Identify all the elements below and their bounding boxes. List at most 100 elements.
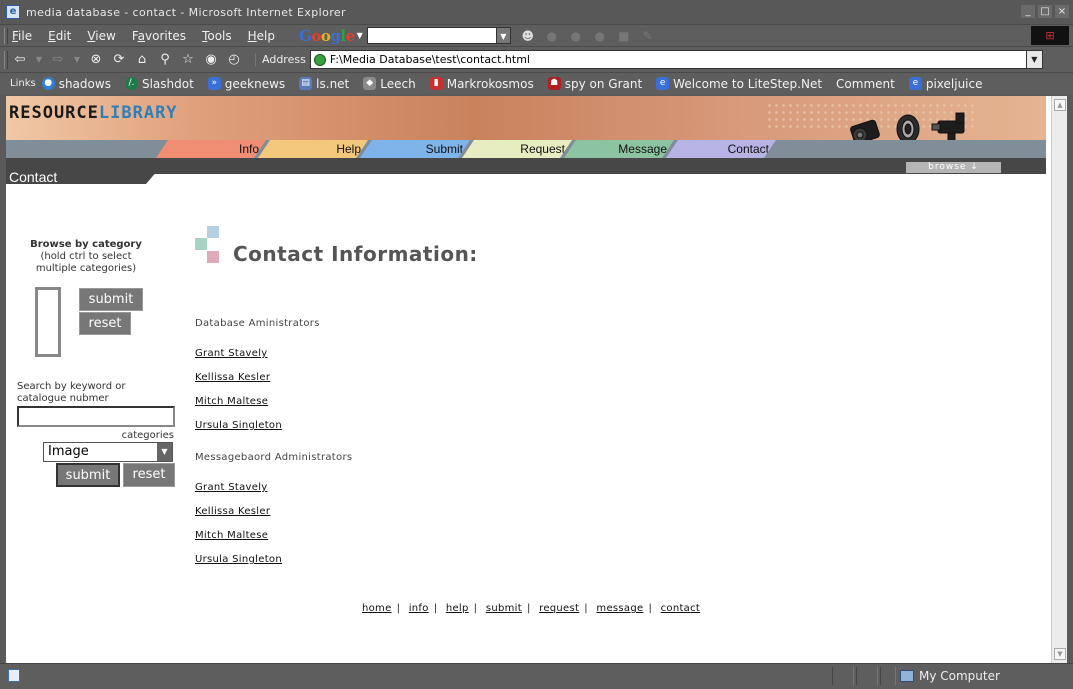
footer-link-home[interactable]: home bbox=[362, 603, 392, 614]
scroll-down-icon[interactable]: ▼ bbox=[1054, 648, 1066, 660]
contact-link[interactable]: Mitch Maltese bbox=[195, 530, 268, 541]
menu-favorites[interactable]: Favorites bbox=[132, 29, 186, 43]
contact-link[interactable]: Grant Stavely bbox=[195, 482, 268, 493]
menu-edit[interactable]: Edit bbox=[48, 29, 71, 43]
media-icon[interactable]: ◉ bbox=[203, 52, 219, 67]
page-viewport: RESOURCELIBRARY Info Help Submit Request… bbox=[6, 96, 1051, 663]
menu-view[interactable]: View bbox=[87, 29, 115, 43]
contact-link[interactable]: Kellissa Kesler bbox=[195, 506, 270, 517]
back-dropdown-icon[interactable]: ▼ bbox=[35, 55, 43, 64]
forward-dropdown-icon[interactable]: ▼ bbox=[73, 55, 81, 64]
link-leech[interactable]: ◆ Leech bbox=[363, 77, 416, 91]
history-icon[interactable]: ◴ bbox=[226, 52, 242, 67]
ghost-icon: ☗ bbox=[547, 77, 561, 90]
tab-submit[interactable]: Submit bbox=[360, 140, 470, 158]
search-icon[interactable]: ⚲ bbox=[157, 52, 173, 67]
link-comment[interactable]: Comment bbox=[836, 77, 895, 91]
maximize-button[interactable]: □ bbox=[1038, 5, 1052, 18]
security-zone: My Computer bbox=[900, 669, 1000, 683]
link-litestep[interactable]: e Welcome to LiteStep.Net bbox=[656, 77, 822, 91]
close-button[interactable]: × bbox=[1055, 5, 1069, 18]
minimize-button[interactable]: _ bbox=[1021, 5, 1035, 18]
categories-label: categories bbox=[121, 430, 174, 441]
contact-link[interactable]: Grant Stavely bbox=[195, 348, 268, 359]
windows-logo-icon: ⊞ bbox=[1031, 26, 1069, 45]
search-reset-button[interactable]: reset bbox=[123, 463, 175, 487]
category-select[interactable]: Image ▼ bbox=[43, 442, 173, 462]
footer-link-contact[interactable]: contact bbox=[661, 603, 701, 614]
menu-file[interactable]: File bbox=[12, 29, 32, 43]
link-slashdot[interactable]: /. Slashdot bbox=[124, 77, 194, 91]
category-submit-button[interactable]: submit bbox=[79, 288, 143, 311]
address-url[interactable]: F:\Media Database\test\contact.html bbox=[330, 53, 530, 66]
scroll-up-icon[interactable]: ▲ bbox=[1054, 99, 1066, 111]
site-logo[interactable]: RESOURCELIBRARY bbox=[9, 103, 178, 123]
contact-link[interactable]: Ursula Singleton bbox=[195, 420, 282, 431]
refresh-icon[interactable]: ⟳ bbox=[111, 52, 127, 67]
tab-help[interactable]: Help bbox=[258, 140, 368, 158]
page-icon bbox=[313, 53, 326, 66]
footer-link-submit[interactable]: submit bbox=[486, 603, 522, 614]
window-controls: _ □ × bbox=[1021, 5, 1069, 18]
search-web-icon[interactable]: ● bbox=[543, 28, 561, 44]
category-select-value: Image bbox=[48, 444, 89, 459]
address-dropdown-icon[interactable]: ▼ bbox=[1026, 50, 1043, 69]
link-pixeljuice[interactable]: e pixeljuice bbox=[908, 77, 983, 91]
bottle-icon: ▮ bbox=[429, 77, 443, 90]
heading-decoration bbox=[195, 226, 221, 264]
stop-icon[interactable]: ⊗ bbox=[88, 52, 104, 67]
category-reset-button[interactable]: reset bbox=[79, 312, 131, 335]
keyword-search-input[interactable] bbox=[17, 406, 175, 427]
link-markrokosmos[interactable]: ▮ Markrokosmos bbox=[429, 77, 534, 91]
google-menu-arrow-icon[interactable]: ▼ bbox=[357, 31, 363, 40]
tab-request[interactable]: Request bbox=[462, 140, 572, 158]
site-banner: RESOURCELIBRARY Info Help Submit Request… bbox=[6, 96, 1046, 158]
forward-icon[interactable]: ⇨ bbox=[50, 52, 66, 67]
search-site-icon[interactable]: ● bbox=[567, 28, 585, 44]
slashdot-icon: /. bbox=[124, 77, 138, 90]
toolbar-grip[interactable] bbox=[4, 50, 8, 69]
menu-tools[interactable]: Tools bbox=[202, 29, 232, 43]
tab-info[interactable]: Info bbox=[156, 140, 266, 158]
home-icon[interactable]: ⌂ bbox=[134, 52, 150, 67]
back-icon[interactable]: ⇦ bbox=[12, 52, 28, 67]
status-bar: My Computer bbox=[0, 663, 1073, 689]
google-toolbar: Google ▼ ▼ ☻ ● ● ● ■ ✎ bbox=[299, 27, 663, 45]
contact-link[interactable]: Ursula Singleton bbox=[195, 554, 282, 565]
ie-page-icon: e bbox=[656, 77, 670, 90]
vertical-scrollbar[interactable]: ▲ ▼ bbox=[1051, 96, 1067, 663]
browse-category-title: Browse by category bbox=[30, 239, 142, 250]
menu-bar: File Edit View Favorites Tools Help Goog… bbox=[0, 24, 1073, 46]
toolbar-grip[interactable] bbox=[4, 27, 8, 44]
nav-toolbar: ⇦ ▼ ⇨ ▼ ⊗ ⟳ ⌂ ⚲ ☆ ◉ ◴ Address F:\Media D… bbox=[0, 46, 1073, 72]
tab-contact[interactable]: Contact bbox=[666, 140, 776, 158]
google-dropdown-icon[interactable]: ▼ bbox=[496, 27, 511, 44]
contact-link[interactable]: Kellissa Kesler bbox=[195, 372, 270, 383]
address-bar[interactable]: F:\Media Database\test\contact.html bbox=[309, 50, 1027, 69]
search-submit-button[interactable]: submit bbox=[56, 463, 120, 487]
chevron-down-icon[interactable]: ▼ bbox=[157, 443, 172, 461]
browse-button[interactable]: browse ↓ bbox=[906, 162, 1001, 173]
link-shadows[interactable]: ● shadows bbox=[41, 77, 111, 91]
highlight-icon[interactable]: ✎ bbox=[639, 28, 657, 44]
tab-message[interactable]: Message bbox=[564, 140, 674, 158]
status-panel bbox=[856, 667, 878, 685]
popup-blocker-icon[interactable]: ☻ bbox=[519, 28, 537, 44]
footer-link-message[interactable]: message bbox=[596, 603, 643, 614]
link-spy-on-grant[interactable]: ☗ spy on Grant bbox=[547, 77, 642, 91]
page-info-icon[interactable]: ● bbox=[591, 28, 609, 44]
contact-link[interactable]: Mitch Maltese bbox=[195, 396, 268, 407]
category-listbox[interactable] bbox=[35, 287, 61, 357]
google-search-input[interactable] bbox=[366, 27, 497, 44]
footer-link-request[interactable]: request bbox=[539, 603, 579, 614]
link-ls-net[interactable]: ▤ ls.net bbox=[299, 77, 349, 91]
footer-nav: home | info | help | submit | request | messa… bbox=[362, 603, 701, 614]
search-label: Search by keyword or catalogue nubmer bbox=[17, 381, 126, 404]
up-icon[interactable]: ■ bbox=[615, 28, 633, 44]
menu-help[interactable]: Help bbox=[248, 29, 275, 43]
google-logo[interactable]: Google bbox=[299, 27, 355, 45]
footer-link-info[interactable]: info bbox=[409, 603, 429, 614]
favorites-icon[interactable]: ☆ bbox=[180, 52, 196, 67]
footer-link-help[interactable]: help bbox=[446, 603, 469, 614]
link-geeknews[interactable]: » geeknews bbox=[207, 77, 285, 91]
